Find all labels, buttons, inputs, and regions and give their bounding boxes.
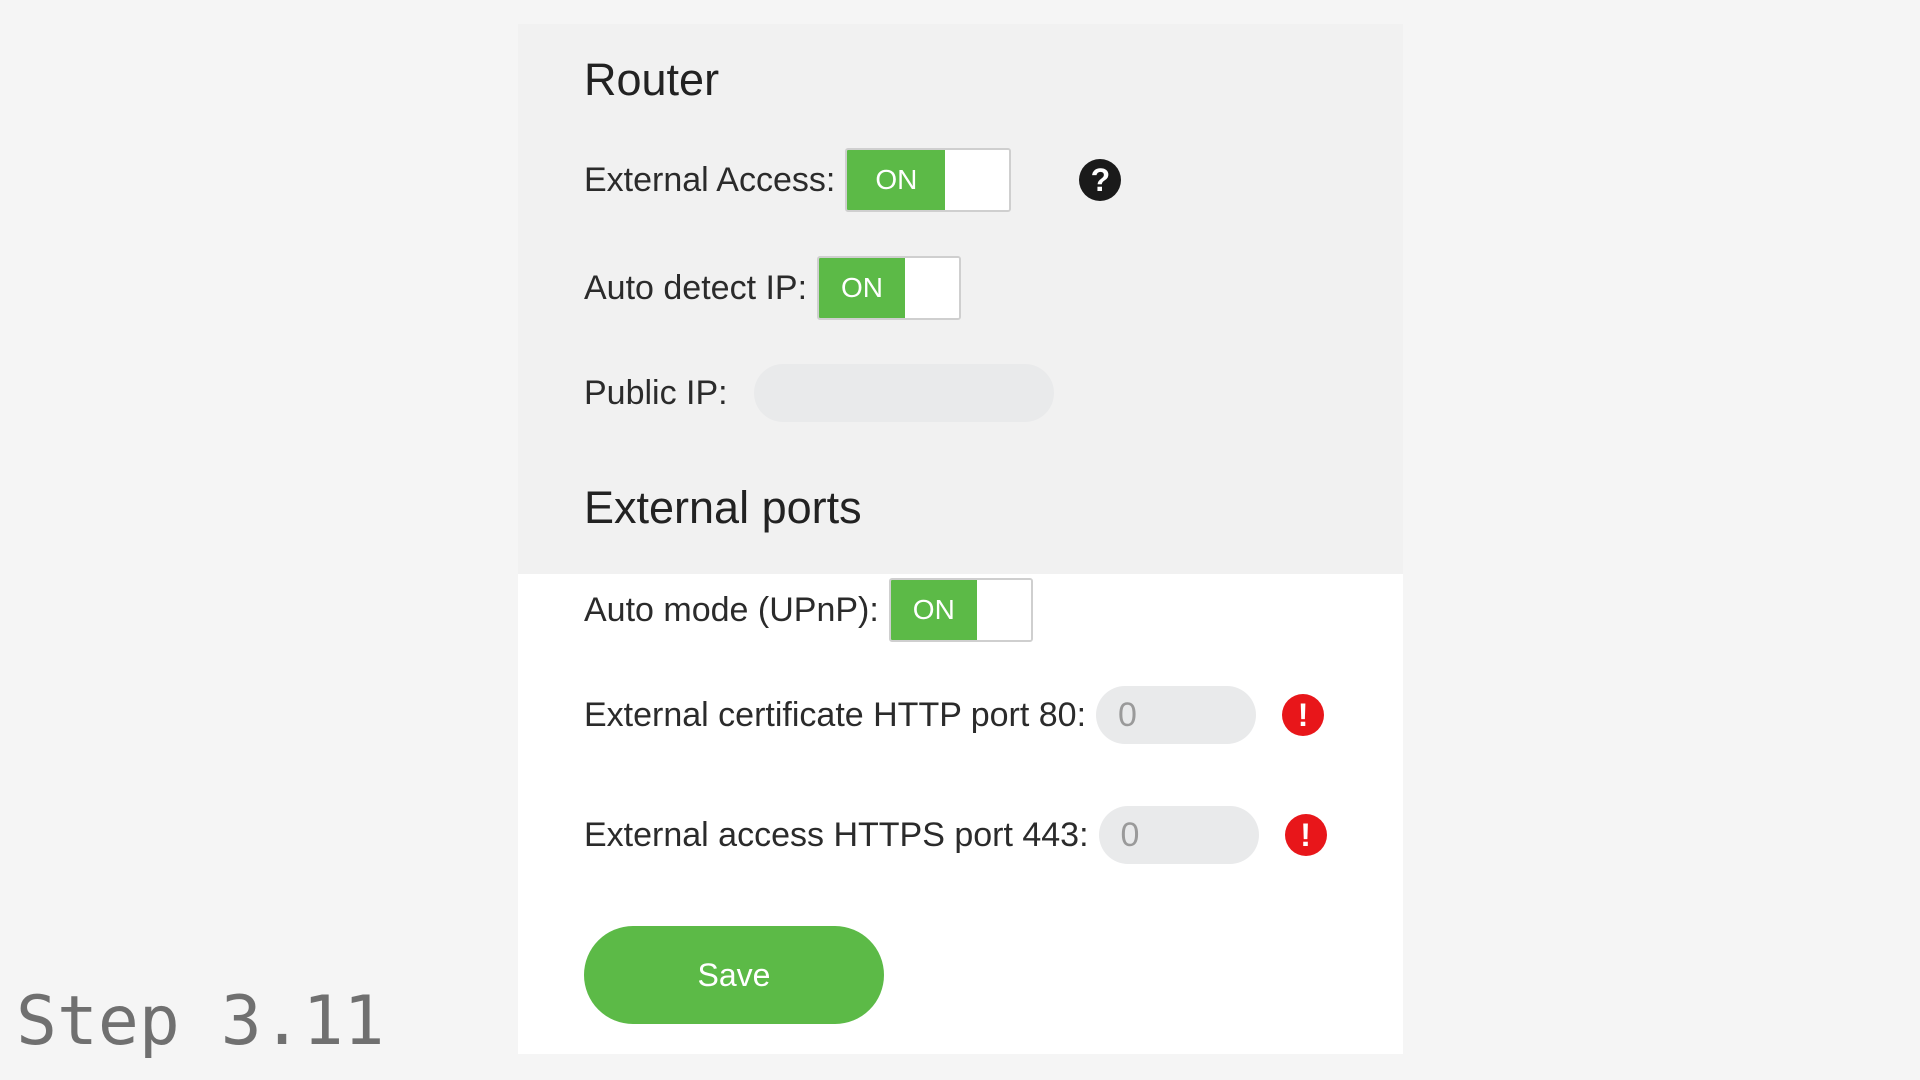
external-access-toggle-on: ON (847, 150, 946, 210)
exclamation-circle-icon: ! (1284, 814, 1327, 856)
auto-mode-label: Auto mode (UPnP): (584, 590, 879, 629)
save-button[interactable]: Save (584, 926, 884, 1024)
step-label: Step 3.11 (16, 982, 385, 1061)
http-port-label: External certificate HTTP port 80: (584, 695, 1087, 734)
https-port-input[interactable] (1098, 806, 1259, 864)
external-access-row: External Access: ON ? (584, 148, 1122, 212)
exclamation-circle-icon: ! (1282, 694, 1325, 736)
auto-detect-ip-toggle-on: ON (819, 258, 906, 318)
http-port-row: External certificate HTTP port 80: ! (584, 686, 1325, 744)
page: Router External Access: ON ? Auto detect… (0, 0, 1920, 1080)
public-ip-row: Public IP: (584, 364, 1054, 422)
public-ip-label: Public IP: (584, 373, 728, 412)
http-port-input[interactable] (1096, 686, 1257, 744)
public-ip-input[interactable] (753, 364, 1054, 422)
toggle-knob (905, 258, 960, 318)
external-access-label: External Access: (584, 160, 836, 199)
router-heading: Router (584, 54, 720, 105)
question-circle-icon[interactable]: ? (1079, 159, 1122, 201)
toggle-knob (976, 580, 1031, 640)
auto-mode-toggle-on: ON (890, 580, 977, 640)
https-port-row: External access HTTPS port 443: ! (584, 806, 1327, 864)
https-port-label: External access HTTPS port 443: (584, 815, 1089, 854)
auto-mode-toggle[interactable]: ON (888, 578, 1033, 642)
toggle-knob (945, 150, 1010, 210)
auto-mode-row: Auto mode (UPnP): ON (584, 578, 1033, 642)
auto-detect-ip-label: Auto detect IP: (584, 268, 808, 307)
external-access-toggle[interactable]: ON (845, 148, 1012, 212)
auto-detect-ip-row: Auto detect IP: ON (584, 256, 962, 320)
settings-panel: Router External Access: ON ? Auto detect… (518, 24, 1403, 1054)
external-ports-heading: External ports (584, 482, 862, 533)
auto-detect-ip-toggle[interactable]: ON (817, 256, 962, 320)
